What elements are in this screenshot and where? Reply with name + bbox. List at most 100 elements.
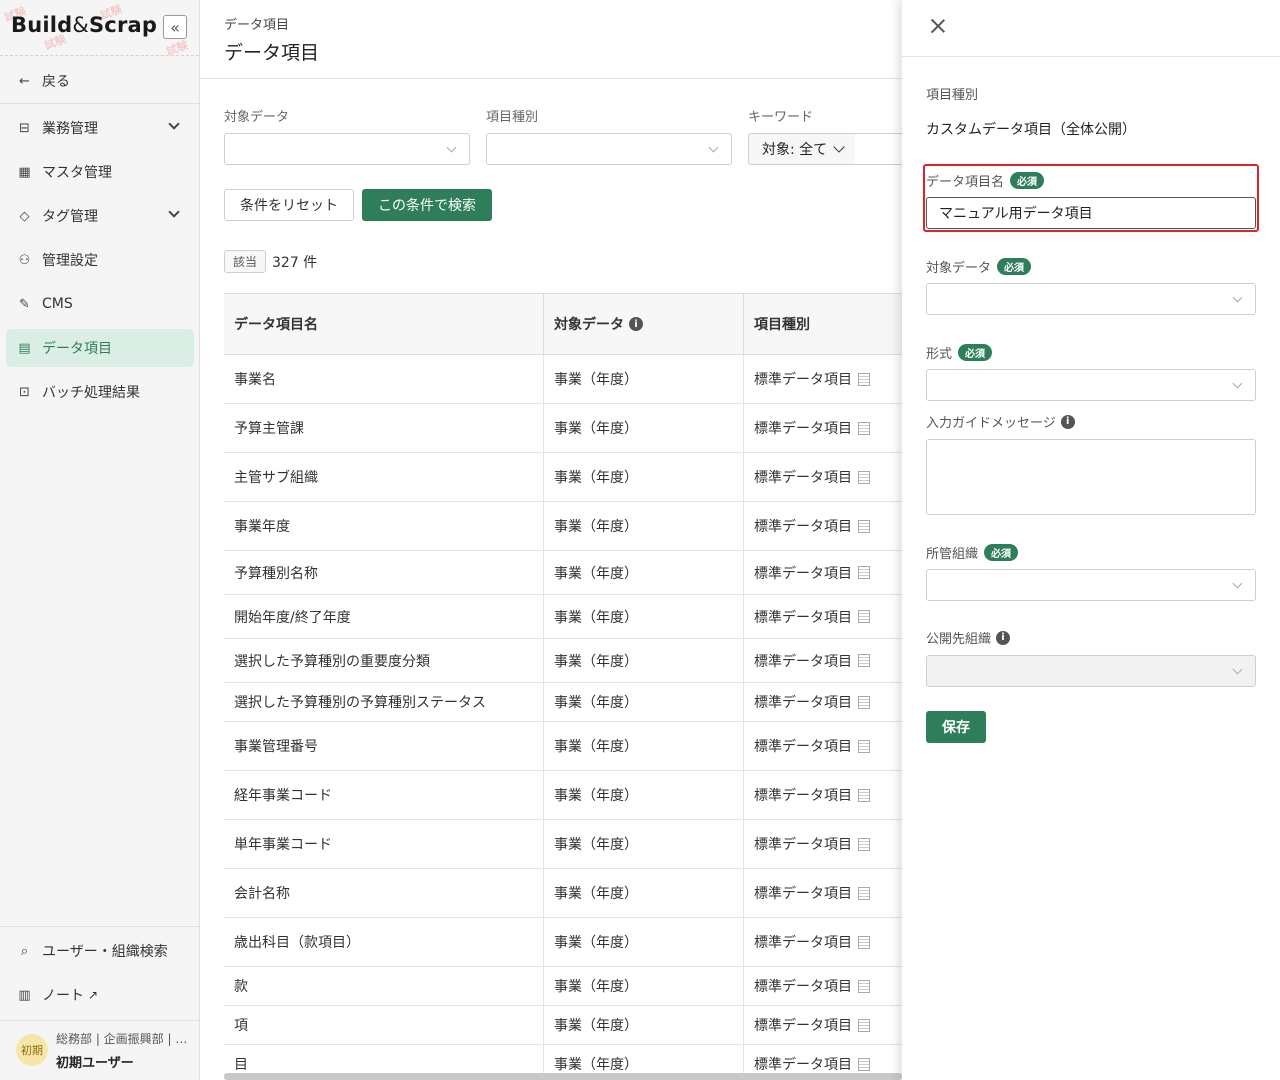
close-icon[interactable] xyxy=(930,18,946,34)
sidebar-item-note[interactable]: ▥ ノート ↗ xyxy=(6,976,194,1014)
table-row[interactable]: 事業年度 事業（年度） 標準データ項目 xyxy=(224,502,924,551)
sidebar-item-user-search[interactable]: ⌕ ユーザー・組織検索 xyxy=(6,932,194,970)
guide-message-label: 入力ガイドメッセージ i xyxy=(926,412,1075,431)
table-row[interactable]: 経年事業コード 事業（年度） 標準データ項目 xyxy=(224,771,924,820)
cell-name: 事業管理番号 xyxy=(224,722,544,770)
sidebar-item-cms[interactable]: ✎ CMS xyxy=(6,285,194,323)
table-row[interactable]: 項 事業（年度） 標準データ項目 xyxy=(224,1006,924,1045)
app-logo[interactable]: Build&Scrap xyxy=(11,13,157,37)
table-row[interactable]: 選択した予算種別の予算種別ステータス 事業（年度） 標準データ項目 xyxy=(224,683,924,722)
cell-type: 標準データ項目 xyxy=(744,722,924,770)
search-button[interactable]: この条件で検索 xyxy=(362,189,492,221)
table-row[interactable]: 予算種別名称 事業（年度） 標準データ項目 xyxy=(224,551,924,595)
edit-drawer: 項目種別 カスタムデータ項目（全体公開） データ項目名 必須 対象データ 必須 … xyxy=(902,0,1280,1080)
table-row[interactable]: 会計名称 事業（年度） 標準データ項目 xyxy=(224,869,924,918)
cell-text: 事業（年度） xyxy=(554,1057,638,1073)
table-row[interactable]: 主管サブ組織 事業（年度） 標準データ項目 xyxy=(224,453,924,502)
table-icon xyxy=(858,610,870,623)
info-icon[interactable]: i xyxy=(629,317,643,331)
cell-name: 経年事業コード xyxy=(224,771,544,819)
sidebar-item-label: 管理設定 xyxy=(42,253,98,269)
table-row[interactable]: 歳出科目（款項目） 事業（年度） 標準データ項目 xyxy=(224,918,924,967)
logo-part: Build xyxy=(11,13,73,37)
page-header: データ項目 データ項目 xyxy=(200,0,902,79)
cell-text: 事業（年度） xyxy=(554,372,638,388)
table-row[interactable]: 開始年度/終了年度 事業（年度） 標準データ項目 xyxy=(224,595,924,639)
cell-text: 事業（年度） xyxy=(554,788,638,804)
column-header-name[interactable]: データ項目名 xyxy=(224,294,544,355)
chevron-down-icon xyxy=(168,206,180,218)
cell-text: 標準データ項目 xyxy=(754,935,852,951)
table-row[interactable]: 事業管理番号 事業（年度） 標準データ項目 xyxy=(224,722,924,771)
table-row[interactable]: 款 事業（年度） 標準データ項目 xyxy=(224,967,924,1006)
cell-text: 事業（年度） xyxy=(554,653,638,670)
header-label: 対象データ xyxy=(554,317,624,333)
horizontal-scrollbar[interactable] xyxy=(224,1073,902,1080)
item-type-value: カスタムデータ項目（全体公開） xyxy=(926,122,1136,138)
info-icon[interactable]: i xyxy=(1060,414,1075,429)
sidebar-item-business[interactable]: ⊟ 業務管理 xyxy=(6,109,194,147)
table-icon xyxy=(858,788,870,802)
cell-text: 単年事業コード xyxy=(234,837,332,853)
cell-text: 事業（年度） xyxy=(554,695,638,711)
cell-target: 事業（年度） xyxy=(544,595,744,638)
divider xyxy=(0,1020,200,1021)
cell-target: 事業（年度） xyxy=(544,771,744,819)
cell-text: 標準データ項目 xyxy=(754,739,852,755)
info-icon[interactable]: i xyxy=(996,630,1011,645)
cell-type: 標準データ項目 xyxy=(744,1006,924,1044)
target-filter-label: 対象データ xyxy=(224,110,290,125)
sidebar-item-batch[interactable]: ⊡ バッチ処理結果 xyxy=(6,373,194,411)
target-data-select[interactable] xyxy=(926,283,1256,315)
avatar: 初期 xyxy=(16,1034,48,1066)
cell-target: 事業（年度） xyxy=(544,404,744,452)
sidebar-item-data-items[interactable]: ▤ データ項目 xyxy=(6,329,194,367)
type-filter-select[interactable] xyxy=(486,133,732,165)
table-row[interactable]: 単年事業コード 事業（年度） 標準データ項目 xyxy=(224,820,924,869)
cell-text: 標準データ項目 xyxy=(754,372,852,388)
save-button[interactable]: 保存 xyxy=(926,711,986,743)
cell-text: 選択した予算種別の予算種別ステータス xyxy=(234,695,486,711)
collapse-sidebar-button[interactable]: « xyxy=(163,15,187,39)
cell-target: 事業（年度） xyxy=(544,355,744,403)
cell-target: 事業（年度） xyxy=(544,820,744,868)
back-link[interactable]: ← 戻る xyxy=(6,62,194,100)
cell-target: 事業（年度） xyxy=(544,722,744,770)
column-header-type[interactable]: 項目種別 xyxy=(744,294,924,355)
table-icon xyxy=(858,470,870,484)
cell-text: 標準データ項目 xyxy=(754,979,852,995)
org-select[interactable] xyxy=(926,569,1256,601)
reset-button[interactable]: 条件をリセット xyxy=(224,189,354,221)
sidebar-item-label: データ項目 xyxy=(42,341,112,357)
cell-text: 主管サブ組織 xyxy=(234,470,318,486)
table-row[interactable]: 予算主管課 事業（年度） 標準データ項目 xyxy=(224,404,924,453)
user-menu[interactable]: 初期 総務部 | 企画振興部 | … 初期ユーザー xyxy=(0,1022,200,1080)
cell-target: 事業（年度） xyxy=(544,1006,744,1044)
format-select[interactable] xyxy=(926,369,1256,401)
user-dept: 総務部 | 企画振興部 | … xyxy=(56,1032,188,1046)
table-row[interactable]: 選択した予算種別の重要度分類 事業（年度） 標準データ項目 xyxy=(224,639,924,683)
target-filter-select[interactable] xyxy=(224,133,470,165)
divider xyxy=(0,103,200,104)
format-label: 形式 必須 xyxy=(926,343,993,362)
sidebar-item-master[interactable]: ▦ マスタ管理 xyxy=(6,153,194,191)
cell-text: 事業（年度） xyxy=(554,565,638,582)
user-settings-icon: ⚇ xyxy=(18,252,31,268)
tag-icon: ◇ xyxy=(19,208,30,224)
cell-target: 事業（年度） xyxy=(544,639,744,682)
cell-type: 標準データ項目 xyxy=(744,639,924,682)
column-header-target[interactable]: 対象データ i xyxy=(544,294,744,355)
table-row[interactable]: 事業名 事業（年度） 標準データ項目 xyxy=(224,355,924,404)
search-icon: ⌕ xyxy=(20,943,29,959)
scope-dropdown[interactable]: 対象: 全て xyxy=(748,133,856,165)
guide-message-textarea[interactable] xyxy=(926,439,1256,515)
sidebar-item-admin[interactable]: ⚇ 管理設定 xyxy=(6,241,194,279)
cell-text: 事業管理番号 xyxy=(234,739,318,755)
item-name-input[interactable] xyxy=(926,197,1256,229)
cell-name: 選択した予算種別の予算種別ステータス xyxy=(224,683,544,721)
sidebar-item-tags[interactable]: ◇ タグ管理 xyxy=(6,197,194,235)
cell-text: 目 xyxy=(234,1057,248,1073)
label-text: データ項目名 xyxy=(926,175,1005,190)
cell-target: 事業（年度） xyxy=(544,869,744,917)
label-text: 所管組織 xyxy=(926,547,979,562)
